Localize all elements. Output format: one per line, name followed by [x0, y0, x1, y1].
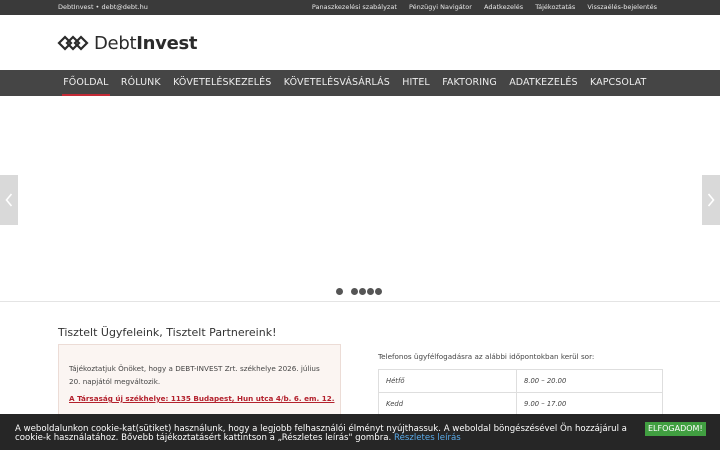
table-row: Kedd 9.00 – 17.00	[378, 392, 663, 416]
notice-box: Tájékoztatjuk Önöket, hogy a DEBT-INVEST…	[58, 344, 341, 424]
nav-item-home[interactable]: FŐOLDAL	[57, 70, 115, 96]
top-link-information[interactable]: Tájékoztatás	[535, 3, 575, 11]
slider-dot-1[interactable]	[336, 288, 343, 295]
nav-item-loan[interactable]: HITEL	[396, 70, 436, 96]
page-heading: Tisztelt Ügyfeleink, Tisztelt Partnerein…	[58, 326, 277, 339]
slider-dot-5[interactable]	[375, 288, 382, 295]
site-header: DebtInvest	[0, 15, 720, 70]
main-nav: FŐOLDAL RÓLUNK KÖVETELÉSKEZELÉS KÖVETELÉ…	[0, 70, 720, 96]
site-logo[interactable]: DebtInvest	[57, 32, 198, 54]
logo-text: DebtInvest	[94, 32, 198, 54]
top-bar: DebtInvest • debt@debt.hu Panaszkezelési…	[0, 0, 720, 15]
cookie-text: A weboldalunkon cookie-kat(sütiket) hasz…	[15, 424, 627, 443]
chevron-right-icon	[707, 193, 715, 207]
slider-dot-2[interactable]	[351, 288, 358, 295]
slider-dot-4[interactable]	[367, 288, 374, 295]
hours-day: Kedd	[378, 392, 517, 416]
nav-item-debt-management[interactable]: KÖVETELÉSKEZELÉS	[167, 70, 278, 96]
slider-dot-3[interactable]	[359, 288, 366, 295]
nav-item-factoring[interactable]: FAKTORING	[436, 70, 503, 96]
top-link-financial-navigator[interactable]: Pénzügyi Navigátor	[409, 3, 472, 11]
cookie-banner: A weboldalunkon cookie-kat(sütiket) hasz…	[0, 414, 720, 450]
top-link-complaints[interactable]: Panaszkezelési szabályzat	[312, 3, 397, 11]
nav-item-about[interactable]: RÓLUNK	[115, 70, 167, 96]
chain-link-logo-icon	[57, 35, 89, 51]
nav-item-debt-purchase[interactable]: KÖVETELÉSVÁSÁRLÁS	[278, 70, 396, 96]
chevron-left-icon	[5, 193, 13, 207]
hero-slider	[0, 96, 720, 302]
phone-hours-intro: Telefonos ügyfélfogadásra az alábbi időp…	[378, 352, 595, 361]
nav-item-contact[interactable]: KAPCSOLAT	[584, 70, 653, 96]
top-link-whistleblowing[interactable]: Visszaélés-bejelentés	[587, 3, 657, 11]
cookie-details-link[interactable]: Részletes leírás	[394, 433, 461, 443]
top-link-data-handling[interactable]: Adatkezelés	[484, 3, 523, 11]
slider-prev-button[interactable]	[0, 175, 18, 225]
top-links: Panaszkezelési szabályzat Pénzügyi Navig…	[302, 3, 657, 11]
table-row: Hétfő 8.00 – 20.00	[378, 369, 663, 393]
hours-time: 9.00 – 17.00	[516, 392, 663, 416]
notice-text: Tájékoztatjuk Önöket, hogy a DEBT-INVEST…	[69, 364, 320, 386]
contact-email[interactable]: DebtInvest • debt@debt.hu	[58, 3, 148, 11]
hours-day: Hétfő	[378, 369, 517, 393]
nav-item-data-handling[interactable]: ADATKEZELÉS	[503, 70, 584, 96]
notice-address-link[interactable]: A Társaság új székhelye: 1135 Budapest, …	[69, 394, 334, 403]
hours-time: 8.00 – 20.00	[516, 369, 663, 393]
cookie-accept-button[interactable]: ELFOGADOM!	[645, 422, 706, 436]
slider-next-button[interactable]	[702, 175, 720, 225]
slider-dots	[336, 288, 383, 295]
phone-hours-table: Hétfő 8.00 – 20.00 Kedd 9.00 – 17.00	[378, 369, 663, 416]
